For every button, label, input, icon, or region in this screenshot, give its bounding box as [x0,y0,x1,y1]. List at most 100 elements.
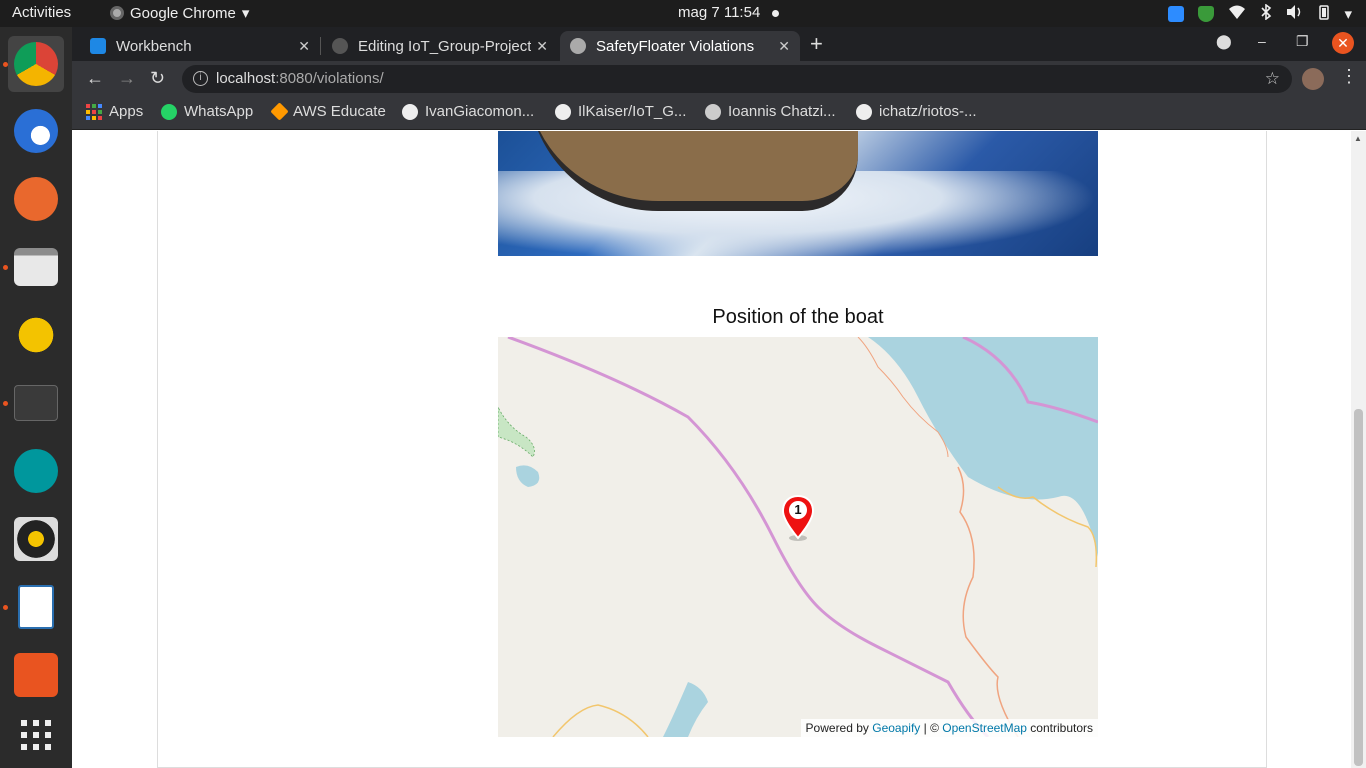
map-heading: Position of the boat [712,306,884,328]
bookmark-whatsapp[interactable]: WhatsApp [161,103,253,120]
arduino-icon [14,449,58,493]
boat-position-map[interactable]: 1 Powered by Geoapify | © OpenStreetMap … [498,337,1098,737]
system-tray[interactable]: ▾ [1168,3,1352,24]
reload-button[interactable]: ↻ [150,68,165,89]
scroll-up-icon[interactable]: ▲ [1354,134,1362,143]
bookmark-ichatz[interactable]: ichatz/riotos-... [856,103,977,120]
marker-label: 1 [794,502,802,517]
info-icon[interactable]: i [193,71,208,86]
bookmark-label: Apps [109,103,144,120]
battery-icon[interactable] [1318,4,1330,24]
tab-label: Editing IoT_Group-Project [358,37,532,55]
maximize-button[interactable]: ❐ [1296,33,1309,50]
clock-text: mag 7 11:54 [678,4,761,21]
bookmark-star-icon[interactable]: ☆ [1265,65,1280,93]
tab-strip: Workbench ✕ Editing IoT_Group-Project ✕ … [72,27,1366,61]
github-icon [402,103,418,120]
shield-icon[interactable] [1198,6,1215,22]
browser-menu-icon[interactable]: ⋮ [1340,66,1358,87]
close-window-button[interactable]: ✕ [1332,32,1354,54]
bookmark-ioannis[interactable]: Ioannis Chatzi... [705,103,836,120]
bookmarks-bar: Apps WhatsApp AWS Educate IvanGiacomon..… [72,97,1366,130]
boat-photo [498,131,1098,256]
vultr-icon [90,38,106,54]
dock-terminal[interactable] [3,375,64,431]
chrome-icon [14,42,58,86]
close-icon[interactable]: ✕ [298,38,310,55]
violation-card: Position of the boat 1 Powered by Geoapi… [157,131,1267,768]
dock-teapot[interactable] [8,307,64,363]
geoapify-link[interactable]: Geoapify [872,721,920,735]
dock-writer[interactable] [3,579,64,635]
dock-software[interactable] [8,647,64,703]
close-icon[interactable]: ✕ [778,38,790,55]
bookmark-label: Ioannis Chatzi... [728,103,836,120]
aws-icon [270,102,289,121]
system-top-bar: Activities Google Chrome ▾ mag 7 11:54 ▾ [0,0,1366,27]
folder-icon [14,248,58,286]
tab-editing[interactable]: Editing IoT_Group-Project ✕ [322,31,558,61]
dock-thunderbird[interactable] [8,103,64,159]
power-menu-chevron-icon[interactable]: ▾ [1344,5,1352,23]
globe-icon [705,103,721,120]
wifi-icon[interactable] [1228,4,1246,24]
bookmark-ivan[interactable]: IvanGiacomon... [402,103,534,120]
minimize-button[interactable]: – [1258,33,1266,49]
github-icon [856,103,872,120]
address-bar[interactable]: i localhost:8080/violations/ ☆ [182,65,1292,93]
scrollbar-thumb[interactable] [1354,409,1363,766]
bookmark-apps[interactable]: Apps [86,103,143,120]
map-attribution: Powered by Geoapify | © OpenStreetMap co… [800,719,1098,737]
close-icon[interactable]: ✕ [536,38,548,55]
tab-workbench[interactable]: Workbench ✕ [80,31,320,61]
back-button[interactable]: ← [86,68,104,89]
bookmark-label: ichatz/riotos-... [879,103,977,120]
bookmark-ilkaiser[interactable]: IlKaiser/IoT_G... [555,103,686,120]
shopping-bag-icon [14,653,58,697]
url-host: localhost [216,70,276,87]
page-viewport: Position of the boat 1 Powered by Geoapi… [72,131,1366,768]
dock-rhythmbox[interactable] [8,511,64,567]
dock-arduino[interactable] [8,443,64,499]
bookmark-label: IlKaiser/IoT_G... [578,103,687,120]
url-path: :8080/violations/ [275,70,384,87]
apps-grid-icon [86,103,102,120]
chevron-down-icon: ▾ [241,5,250,22]
teapot-icon [14,313,58,357]
clock[interactable]: mag 7 11:54 [678,4,780,21]
terminal-icon [14,385,58,421]
activities-button[interactable]: Activities [12,4,71,21]
pen-tool-icon [14,177,58,221]
dock-chrome[interactable] [3,36,64,92]
forward-button[interactable]: → [118,68,136,89]
bookmark-label: IvanGiacomon... [425,103,535,120]
document-icon [18,585,54,629]
new-tab-button[interactable]: + [810,31,823,57]
tab-safetyfloater[interactable]: SafetyFloater Violations ✕ [560,31,800,61]
bookmark-aws[interactable]: AWS Educate [270,102,386,121]
github-icon [332,38,348,54]
dock-files[interactable] [3,239,64,295]
whatsapp-icon [161,103,177,120]
apps-grid-icon [21,720,51,750]
attribution-separator: | © [920,721,943,735]
bookmark-label: WhatsApp [184,103,254,120]
openstreetmap-link[interactable]: OpenStreetMap [942,721,1027,735]
page-scrollbar[interactable]: ▲ [1351,131,1366,768]
zoom-icon[interactable] [1168,6,1185,22]
attribution-suffix: contributors [1026,721,1093,735]
app-name: Google Chrome [130,4,236,22]
bluetooth-icon[interactable] [1260,3,1272,24]
dock-inkscape[interactable] [8,171,64,227]
chrome-icon [110,6,124,20]
show-apps-button[interactable] [8,707,64,763]
app-menu[interactable]: Google Chrome ▾ [110,4,249,22]
github-icon [555,103,571,120]
tab-label: SafetyFloater Violations [596,37,755,55]
volume-icon[interactable] [1286,4,1304,24]
tab-label: Workbench [116,37,192,55]
browser-toolbar: ← → ↻ i localhost:8080/violations/ ☆ ⋮ [72,61,1366,97]
speaker-icon [14,517,58,561]
tab-search-icon[interactable]: ⬤ [1216,33,1232,50]
avatar[interactable] [1302,68,1324,90]
